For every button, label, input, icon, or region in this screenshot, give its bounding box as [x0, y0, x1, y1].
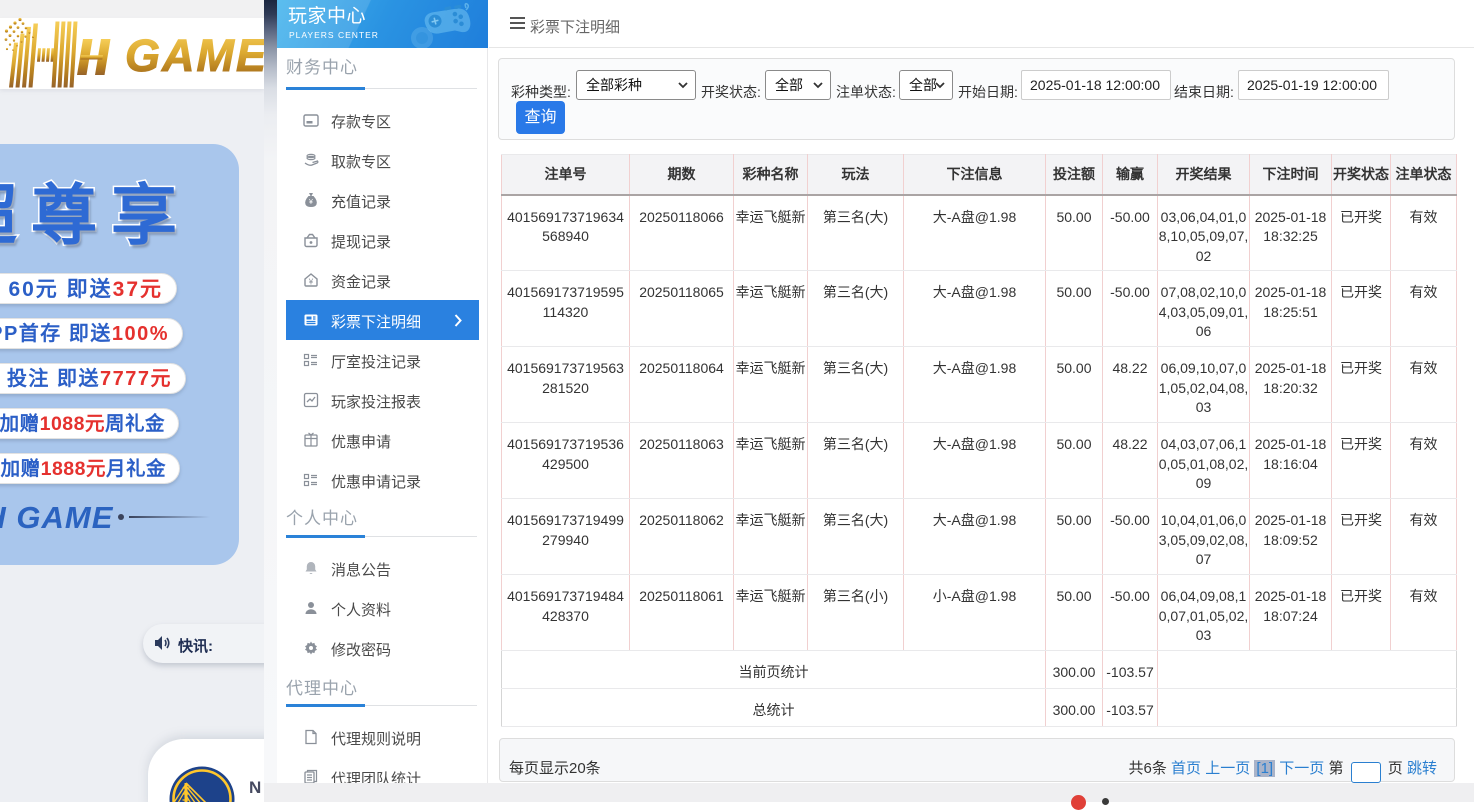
svg-text:¥: ¥ [308, 277, 314, 286]
svg-text:¥: ¥ [309, 199, 313, 206]
svg-text:GAME: GAME [125, 30, 264, 81]
